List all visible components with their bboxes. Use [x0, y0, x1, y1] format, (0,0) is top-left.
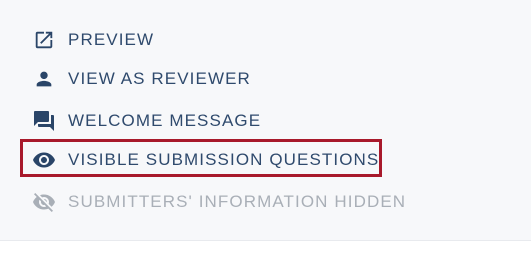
- chat-bubble-icon: [32, 109, 56, 133]
- person-icon: [32, 67, 56, 91]
- eye-off-icon: [32, 190, 56, 214]
- welcome-message-menu-item[interactable]: WELCOME MESSAGE: [32, 107, 261, 135]
- visible-submission-questions-menu-item[interactable]: VISIBLE SUBMISSION QUESTIONS: [32, 146, 379, 174]
- submitters-information-hidden-label: SUBMITTERS' INFORMATION HIDDEN: [68, 192, 407, 211]
- preview-label: PREVIEW: [68, 30, 155, 49]
- options-panel: PREVIEW VIEW AS REVIEWER WELCOME MESSAGE: [0, 0, 531, 241]
- view-as-reviewer-menu-item[interactable]: VIEW AS REVIEWER: [32, 65, 251, 93]
- visible-submission-questions-label: VISIBLE SUBMISSION QUESTIONS: [68, 150, 380, 169]
- open-in-new-icon: [32, 28, 56, 52]
- view-as-reviewer-label: VIEW AS REVIEWER: [68, 69, 251, 88]
- welcome-message-label: WELCOME MESSAGE: [68, 111, 262, 130]
- preview-menu-item[interactable]: PREVIEW: [32, 26, 154, 54]
- submitters-information-hidden-menu-item[interactable]: SUBMITTERS' INFORMATION HIDDEN: [32, 188, 406, 216]
- eye-icon: [32, 148, 56, 172]
